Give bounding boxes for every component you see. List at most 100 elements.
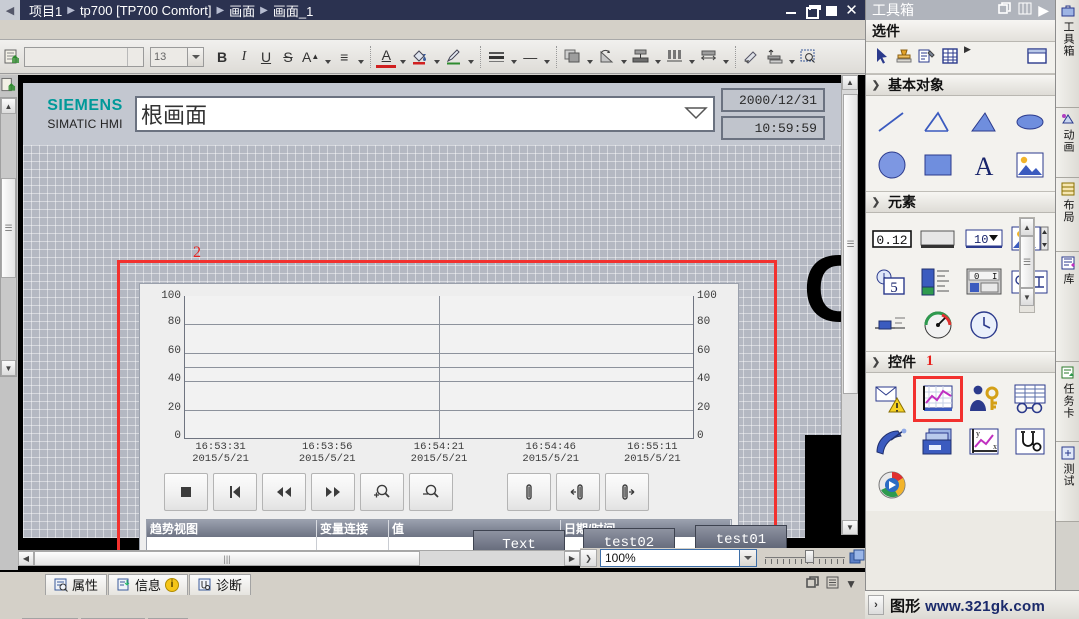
window-tool-icon[interactable]	[1027, 47, 1047, 68]
italic-button[interactable]: I	[234, 46, 254, 68]
line-color-button[interactable]	[443, 46, 464, 68]
resize-dropdown-icon[interactable]	[721, 46, 730, 68]
rotate-button[interactable]	[596, 46, 617, 68]
trend-stop-button[interactable]	[164, 473, 208, 511]
tool-polyline[interactable]	[916, 102, 960, 142]
bring-to-front-button[interactable]	[764, 46, 785, 68]
tool-bar[interactable]	[916, 262, 960, 302]
align-objects-button[interactable]	[630, 46, 651, 68]
font-name-input[interactable]	[24, 46, 144, 67]
font-color-dropdown-icon[interactable]	[398, 46, 407, 68]
tool-polygon[interactable]	[962, 102, 1006, 142]
font-size-combo[interactable]: 13	[150, 46, 204, 67]
section-basic-objects[interactable]: ❯ 基本对象	[866, 74, 1055, 96]
zoom-combo[interactable]: 100%	[600, 549, 757, 567]
trend-ruler-button[interactable]	[507, 473, 551, 511]
canvas-scroll-down-icon[interactable]: ▼	[842, 520, 858, 535]
tool-line[interactable]	[870, 102, 914, 142]
zoom-dropdown-icon[interactable]	[740, 549, 757, 567]
font-effects-dropdown-icon[interactable]	[323, 46, 332, 68]
vtab-libraries[interactable]: 库	[1056, 252, 1079, 362]
canvas-vertical-scrollbar[interactable]: ▲ ☰ ▼	[841, 75, 858, 535]
maximize-icon[interactable]	[825, 4, 838, 17]
more-tools-arrow-icon[interactable]: ▶	[964, 44, 971, 55]
canvas-vscroll-thumb[interactable]: ☰	[843, 94, 858, 394]
trend-ruler-left-button[interactable]	[556, 473, 600, 511]
left-scrollbar[interactable]: ▲ ☰ ▼	[0, 97, 17, 377]
canvas-scroll-left-icon[interactable]: ◀	[18, 551, 34, 566]
underline-button[interactable]: U	[256, 46, 276, 68]
selection-pointer-icon[interactable]	[874, 47, 890, 68]
toolbox-columns-icon[interactable]	[1018, 2, 1032, 18]
text-A-icon[interactable]: A	[962, 145, 1006, 185]
tool-switch[interactable]: 0I	[962, 262, 1006, 302]
tool-status-force[interactable]	[870, 422, 914, 462]
chevron-down-icon[interactable]: ❯	[870, 80, 882, 91]
canvas-scroll-right-icon[interactable]: ▶	[564, 551, 580, 566]
canvas-scroll-up-icon[interactable]: ▲	[842, 75, 858, 90]
restore-icon[interactable]	[805, 4, 821, 19]
close-icon[interactable]: ✕	[845, 3, 858, 18]
vtab-testing[interactable]: 测试	[1056, 442, 1079, 522]
scroll-up-icon[interactable]: ▲	[1, 98, 16, 114]
tab-properties[interactable]: 属性	[45, 573, 108, 595]
trend-view-control[interactable]: 100 80 60 40 20 0 100 80 60 40 20 0 16:5…	[139, 283, 739, 550]
screen-editor-canvas[interactable]: SIEMENS SIMATIC HMI 根画面 2000/12/31 10:59…	[18, 75, 865, 550]
date-field[interactable]: 2000/12/31	[721, 88, 825, 112]
tool-user-view[interactable]	[962, 379, 1006, 419]
left-scrollbar-thumb[interactable]: ☰	[1, 178, 16, 278]
section-controls[interactable]: ❯ 控件 1	[866, 351, 1055, 373]
chevron-down-icon[interactable]: ❯	[870, 357, 882, 368]
breadcrumb-item-screens[interactable]: 画面	[229, 1, 255, 20]
line-color-dropdown-icon[interactable]	[466, 46, 475, 68]
tab-info[interactable]: 信息 i	[108, 573, 189, 595]
back-arrow-icon[interactable]: ◀	[0, 0, 20, 20]
tool-gauge[interactable]	[916, 305, 960, 345]
trend-zoom-in-button[interactable]	[360, 473, 404, 511]
screen-title-field[interactable]: 根画面	[135, 96, 715, 132]
fill-color-button[interactable]	[409, 46, 430, 68]
screen-button-test01[interactable]: test01	[695, 525, 787, 550]
resize-button[interactable]	[698, 46, 719, 68]
left-insert-icon[interactable]	[1, 77, 16, 93]
tool-alarm-view[interactable]	[870, 379, 914, 419]
elements-scroll-down-icon[interactable]: ▼	[1020, 288, 1034, 306]
trend-rewind-button[interactable]	[262, 473, 306, 511]
section-elements[interactable]: ❯ 元素	[866, 191, 1055, 213]
expand-right-icon[interactable]: ❯	[580, 549, 597, 567]
tool-recipe-view[interactable]	[1008, 379, 1052, 419]
elements-scrollbar[interactable]: ▲ ☰ ▼	[1019, 217, 1035, 313]
table-tool-icon[interactable]	[941, 47, 959, 68]
breadcrumb-item-device[interactable]: tp700 [TP700 Comfort]	[80, 3, 212, 18]
tool-f-trend-view[interactable]: yx	[962, 422, 1006, 462]
tool-graphic-view[interactable]	[1008, 145, 1052, 185]
tool-media-player[interactable]	[870, 465, 914, 505]
toolbox-collapse-icon[interactable]: ▶	[1038, 2, 1055, 19]
screen-title-dropdown-icon[interactable]	[683, 104, 709, 125]
zoom-slider[interactable]	[765, 549, 845, 567]
font-effects-button[interactable]: A ▲	[300, 46, 321, 68]
trend-skip-to-start-button[interactable]	[213, 473, 257, 511]
screen-button-text[interactable]: Text	[473, 530, 565, 550]
dock-collapse-icon[interactable]: ▼	[845, 577, 857, 591]
tool-system-diagnostics[interactable]	[1008, 422, 1052, 462]
order-dropdown-icon[interactable]	[585, 46, 594, 68]
tool-date-time-field[interactable]: 5	[870, 262, 914, 302]
zoom-level-value[interactable]: 100%	[600, 549, 740, 567]
chevron-down-icon[interactable]: ❯	[870, 197, 882, 208]
time-field[interactable]: 10:59:59	[721, 116, 825, 140]
vtab-toolbox[interactable]: 工具箱	[1056, 0, 1079, 108]
font-color-button[interactable]: A	[376, 46, 397, 68]
format-painter-button[interactable]	[741, 46, 762, 68]
elements-scroll-thumb[interactable]: ☰	[1020, 236, 1034, 288]
elements-scroll-up-icon[interactable]: ▲	[1020, 218, 1034, 236]
line-weight-button[interactable]: —	[520, 46, 540, 68]
fill-color-dropdown-icon[interactable]	[432, 46, 441, 68]
dock-restore-icon[interactable]	[806, 576, 820, 592]
canvas-horizontal-scrollbar[interactable]: ◀ ||| ▶	[18, 550, 580, 566]
expand-panel-icon[interactable]: ›	[868, 595, 884, 615]
fit-to-window-icon[interactable]	[849, 549, 865, 568]
bring-to-front-dropdown-icon[interactable]	[787, 46, 796, 68]
text-align-dropdown-icon[interactable]	[356, 46, 365, 68]
order-button[interactable]	[562, 46, 583, 68]
